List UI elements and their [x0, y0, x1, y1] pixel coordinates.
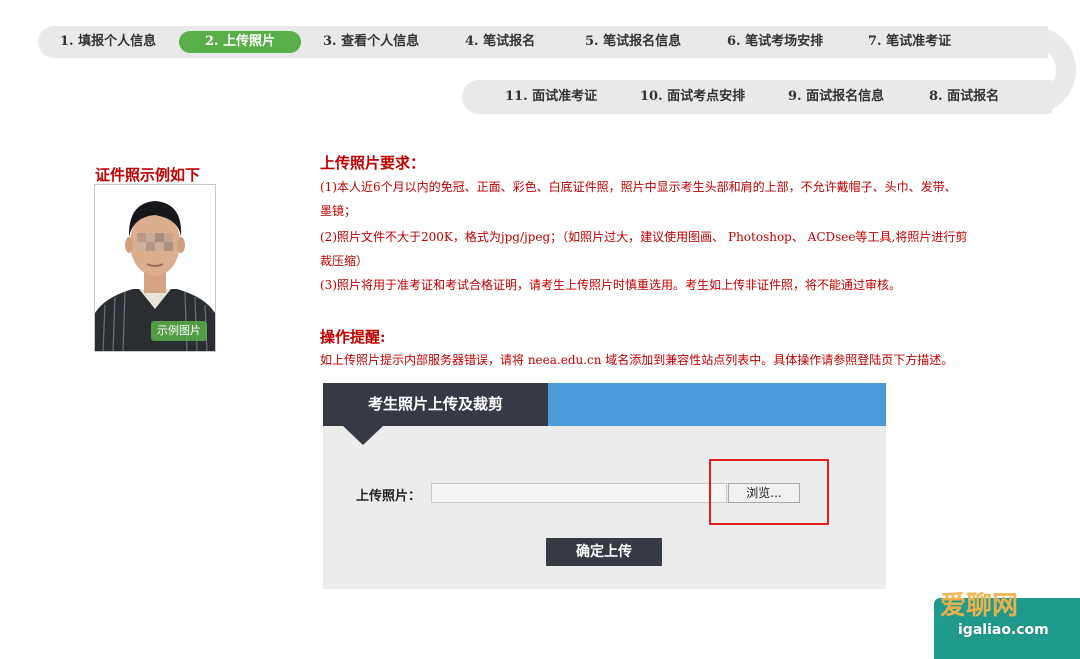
tips-title: 操作提醒: — [320, 328, 386, 346]
upload-field-label: 上传照片： — [356, 489, 422, 504]
requirements-title: 上传照片要求： — [320, 154, 426, 172]
step-9-interview-signup-info[interactable]: 9. 面试报名信息 — [788, 87, 884, 107]
step-5-written-signup-info[interactable]: 5. 笔试报名信息 — [585, 32, 681, 52]
sample-badge: 示例图片 — [151, 321, 207, 341]
upload-panel-tab[interactable]: 考生照片上传及裁剪 — [323, 383, 548, 426]
tab-pointer-icon — [343, 426, 383, 445]
step-4-written-signup[interactable]: 4. 笔试报名 — [465, 32, 535, 52]
requirement-line-2: (2)照片文件不大于200K，格式为jpg/jpeg；（如照片过大，建议使用图画… — [320, 230, 968, 244]
confirm-upload-button[interactable]: 确定上传 — [546, 538, 662, 566]
step-8-interview-signup[interactable]: 8. 面试报名 — [929, 87, 999, 107]
requirement-line-1: (1)本人近6个月以内的免冠、正面、彩色、白底证件照，照片中显示考生头部和肩的上… — [320, 180, 957, 194]
sample-photo: 示例图片 — [94, 184, 216, 352]
tips-line: 如上传照片提示内部服务器错误，请将 neea.edu.cn 域名添加到兼容性站点… — [320, 353, 954, 367]
requirement-line-1-cont: 墨镜； — [320, 204, 357, 218]
step-1-fill-info[interactable]: 1. 填报个人信息 — [60, 32, 156, 52]
step-10-interview-venue[interactable]: 10. 面试考点安排 — [640, 87, 745, 107]
step-6-written-exam-room[interactable]: 6. 笔试考场安排 — [727, 32, 823, 52]
step-3-view-info[interactable]: 3. 查看个人信息 — [323, 32, 419, 52]
requirement-line-3: (3)照片将用于准考证和考试合格证明，请考生上传照片时慎重选用。考生如上传非证件… — [320, 278, 902, 292]
browse-highlight-box — [709, 459, 829, 525]
requirement-line-2-cont: 裁压缩） — [320, 254, 369, 268]
upload-panel: 考生照片上传及裁剪 上传照片： 浏览... 确定上传 — [323, 383, 886, 589]
watermark-url: igaliao.com — [958, 622, 1049, 638]
upload-panel-header: 考生照片上传及裁剪 — [323, 383, 886, 426]
sample-photo-title: 证件照示例如下 — [95, 166, 201, 184]
step-11-interview-admission-ticket[interactable]: 11. 面试准考证 — [505, 87, 597, 107]
step-7-written-admission-ticket[interactable]: 7. 笔试准考证 — [868, 32, 951, 52]
step-2-upload-photo[interactable]: 2. 上传照片 — [179, 31, 301, 53]
file-path-input[interactable] — [431, 483, 727, 503]
watermark-title: 爱聊网 — [940, 591, 1019, 621]
